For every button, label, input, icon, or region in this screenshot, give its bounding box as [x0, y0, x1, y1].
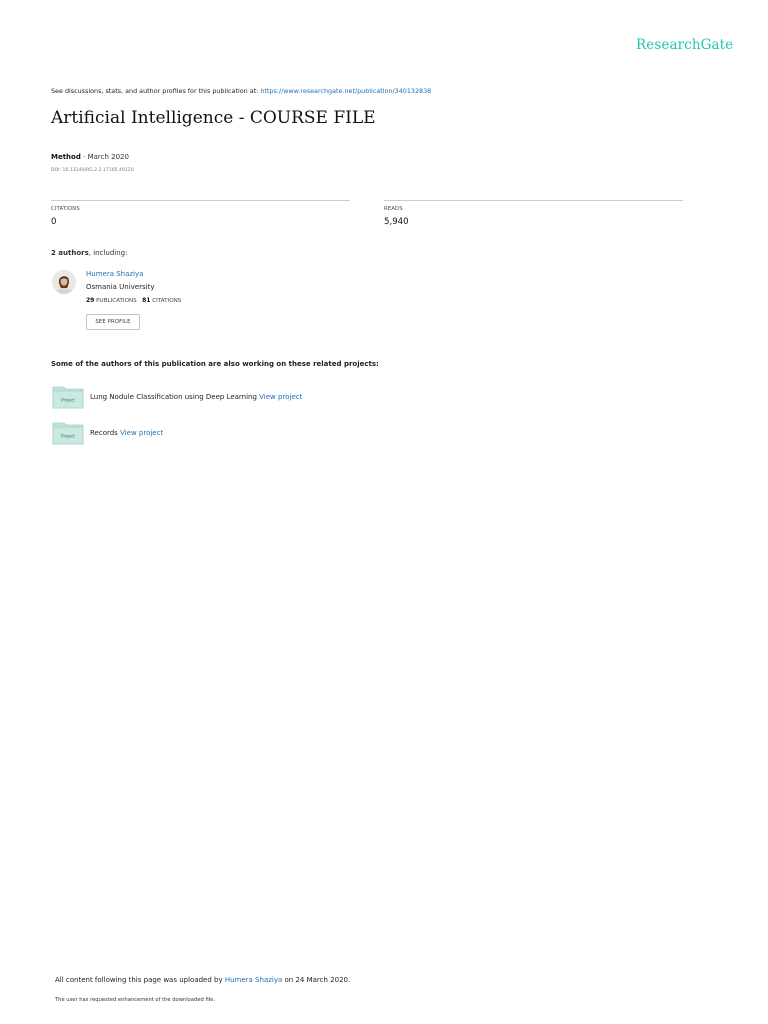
project-icon-label: Project	[61, 398, 75, 403]
publication-doi: DOI: 10.13140/RG.2.2.17165.49120	[51, 168, 134, 173]
upload-prefix: All content following this page was uplo…	[55, 976, 225, 984]
authors-suffix: , including:	[88, 249, 128, 257]
profile-notice: See discussions, stats, and author profi…	[51, 87, 431, 95]
project-folder-icon[interactable]: Project	[52, 421, 84, 449]
project-folder-shape: Project	[52, 422, 84, 445]
author-citations-label: CITATIONS	[152, 298, 182, 304]
authors-count: 2 authors	[51, 249, 89, 257]
citations-value: 0	[51, 217, 57, 227]
publication-date: March 2020	[87, 153, 129, 161]
publication-meta: Method · March 2020	[51, 153, 129, 161]
project-icon-label: Project	[61, 434, 75, 439]
publication-url-link[interactable]: https://www.researchgate.net/publication…	[260, 87, 431, 95]
authors-heading: 2 authors, including:	[51, 249, 127, 257]
reads-value: 5,940	[384, 217, 409, 227]
author-publications-label: PUBLICATIONS	[96, 298, 137, 304]
author-avatar[interactable]	[52, 270, 76, 294]
related-projects-heading: Some of the authors of this publication …	[51, 360, 379, 368]
project-item: Lung Nodule Classification using Deep Le…	[90, 393, 302, 401]
reads-label: READS	[384, 206, 403, 212]
project-folder-shape: Project	[52, 386, 84, 409]
upload-notice: All content following this page was uplo…	[55, 976, 350, 984]
author-stats: 29 PUBLICATIONS 81 CITATIONS	[86, 297, 181, 304]
citations-divider	[51, 200, 350, 201]
author-citations-count: 81	[142, 297, 151, 304]
project-name: Records	[90, 429, 118, 437]
enhancement-note: The user has requested enhancement of th…	[55, 997, 216, 1003]
reads-divider	[384, 200, 683, 201]
author-name-link[interactable]: Humera Shaziya	[86, 270, 143, 278]
uploader-link[interactable]: Humera Shaziya	[225, 976, 282, 984]
view-project-link[interactable]: View project	[259, 393, 302, 401]
publication-title: Artificial Intelligence - COURSE FILE	[51, 108, 376, 128]
see-profile-button[interactable]: SEE PROFILE	[86, 314, 140, 330]
project-item: Records View project	[90, 429, 163, 437]
citations-label: CITATIONS	[51, 206, 80, 212]
project-folder-icon[interactable]: Project	[52, 385, 84, 413]
publication-type: Method	[51, 153, 81, 161]
author-avatar-image	[52, 270, 76, 294]
view-project-link[interactable]: View project	[120, 429, 163, 437]
upload-suffix: on 24 March 2020.	[282, 976, 351, 984]
researchgate-logo[interactable]: ResearchGate	[636, 37, 733, 53]
meta-separator: ·	[80, 153, 88, 161]
author-publications-count: 29	[86, 297, 95, 304]
profile-notice-text: See discussions, stats, and author profi…	[51, 87, 261, 95]
author-institution: Osmania University	[86, 283, 155, 291]
project-name: Lung Nodule Classification using Deep Le…	[90, 393, 257, 401]
